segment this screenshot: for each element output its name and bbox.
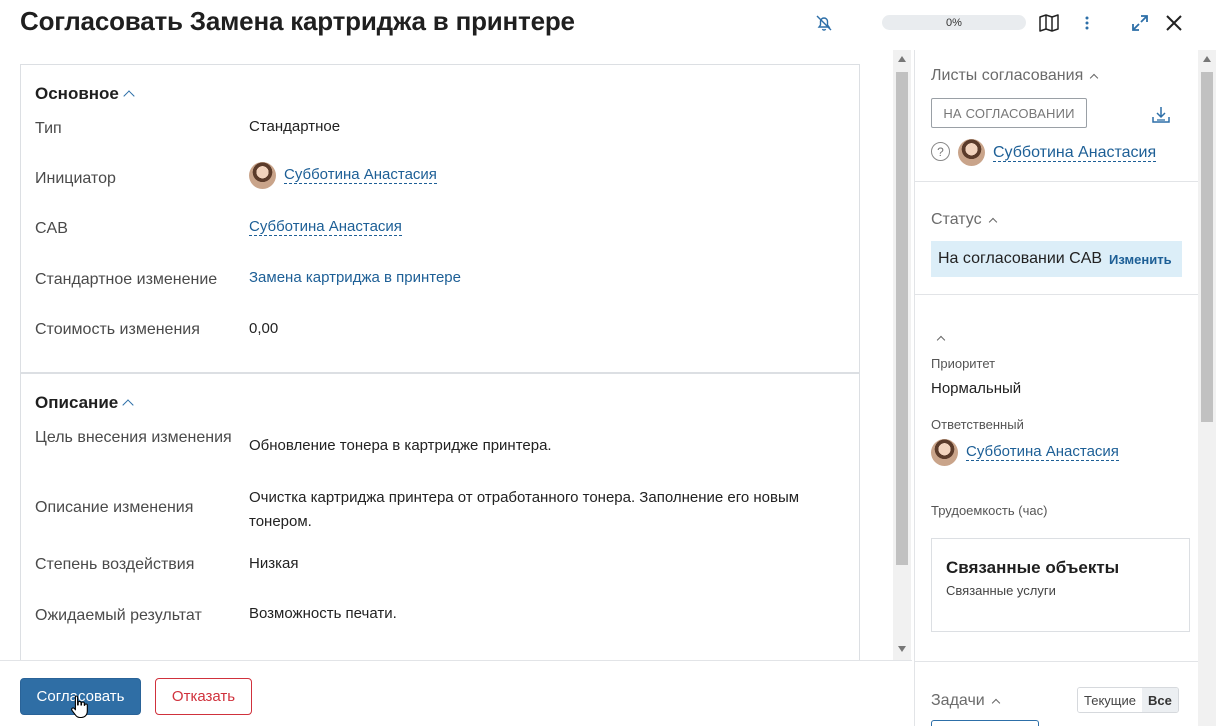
progress-bar: 0%	[882, 15, 1026, 30]
status-badge: На согласовании CAB Изменить	[931, 241, 1182, 277]
field-label-impact: Степень воздействия	[35, 556, 195, 573]
responsible-link[interactable]: Субботина Анастасия	[966, 443, 1119, 462]
avatar	[249, 162, 276, 189]
approval-sheets-header[interactable]: Листы согласования	[931, 67, 1099, 85]
scroll-up-icon[interactable]	[1203, 56, 1211, 62]
avatar	[931, 439, 958, 466]
download-icon[interactable]	[1151, 105, 1171, 130]
field-label-initiator: Инициатор	[35, 170, 116, 187]
tab-all[interactable]: Все	[1141, 688, 1178, 712]
avatar	[958, 139, 985, 166]
scroll-up-icon[interactable]	[898, 56, 906, 62]
more-vertical-icon[interactable]	[1074, 10, 1100, 36]
divider	[915, 661, 1199, 662]
scroll-down-icon[interactable]	[898, 646, 906, 652]
chevron-up-icon	[123, 90, 135, 102]
chevron-up-icon	[122, 399, 134, 411]
add-task-button[interactable]	[931, 720, 1039, 726]
scrollbar-thumb[interactable]	[1201, 72, 1213, 422]
responsible-label: Ответственный	[931, 417, 1024, 432]
linked-objects-title: Связанные объекты	[946, 558, 1120, 577]
status-change-link[interactable]: Изменить	[1109, 252, 1172, 267]
field-label-expected-result: Ожидаемый результат	[35, 607, 202, 624]
section-description-header[interactable]: Описание	[35, 393, 134, 413]
main-scrollbar[interactable]	[893, 50, 911, 660]
chevron-up-icon	[1090, 73, 1099, 83]
field-value-cab: Субботина Анастасия	[249, 215, 402, 239]
status-header[interactable]: Статус	[931, 211, 997, 229]
status-title: Статус	[931, 211, 982, 228]
chevron-up-icon	[988, 217, 997, 227]
section-description: Описание Цель внесения изменения Обновле…	[20, 373, 860, 660]
bell-off-icon[interactable]	[811, 10, 837, 36]
labor-label: Трудоемкость (час)	[931, 503, 1048, 518]
section-main: Основное Тип Стандартное Инициатор Суббо…	[20, 64, 860, 373]
reject-button[interactable]: Отказать	[155, 678, 252, 715]
divider	[915, 294, 1199, 295]
field-value-impact: Низкая	[249, 555, 299, 572]
main-content: Основное Тип Стандартное Инициатор Суббо…	[0, 50, 912, 660]
question-icon: ?	[931, 142, 950, 161]
sidebar: Листы согласования НА СОГЛАСОВАНИИ ? Суб…	[914, 50, 1199, 726]
section-main-header[interactable]: Основное	[35, 84, 135, 104]
field-value-standard-change: Замена картриджа в принтере	[249, 266, 461, 290]
field-label-cab: CAB	[35, 220, 68, 237]
field-value-purpose: Обновление тонера в картридже принтера.	[249, 437, 552, 454]
map-icon[interactable]	[1036, 10, 1062, 36]
sidebar-scrollbar[interactable]	[1198, 50, 1216, 726]
hand-cursor-icon	[71, 695, 88, 719]
field-value-expected-result: Возможность печати.	[249, 605, 397, 622]
divider	[915, 181, 1199, 182]
field-value-type: Стандартное	[249, 118, 341, 135]
field-label-type: Тип	[35, 120, 62, 137]
chevron-up-icon	[936, 335, 946, 345]
approval-status-tag: НА СОГЛАСОВАНИИ	[931, 98, 1087, 128]
cab-link[interactable]: Субботина Анастасия	[249, 218, 402, 236]
section-main-title: Основное	[35, 84, 119, 103]
section-description-title: Описание	[35, 393, 119, 412]
tasks-title: Задачи	[931, 692, 985, 709]
collapse-toggle[interactable]	[936, 330, 946, 348]
field-value-initiator: Субботина Анастасия	[249, 162, 437, 189]
standard-change-link[interactable]: Замена картриджа в принтере	[249, 269, 461, 286]
approval-sheets-title: Листы согласования	[931, 67, 1084, 84]
status-value: На согласовании CAB	[938, 250, 1103, 267]
chevron-up-icon	[991, 698, 1000, 708]
close-icon[interactable]	[1161, 10, 1187, 36]
linked-objects-card: Связанные объекты Связанные услуги	[931, 538, 1190, 632]
approver-link[interactable]: Субботина Анастасия	[993, 143, 1157, 162]
priority-label: Приоритет	[931, 356, 996, 371]
field-value-change-description: Очистка картриджа принтера от отработанн…	[249, 489, 800, 530]
initiator-link[interactable]: Субботина Анастасия	[284, 166, 437, 185]
tab-current[interactable]: Текущие	[1078, 688, 1142, 712]
scrollbar-thumb[interactable]	[896, 72, 908, 565]
approver: Субботина Анастасия	[958, 139, 1157, 166]
field-label-purpose: Цель внесения изменения	[35, 429, 232, 446]
footer-actions: Согласовать Отказать	[0, 660, 912, 726]
linked-services-label: Связанные услуги	[946, 583, 1056, 598]
responsible-value: Субботина Анастасия	[931, 439, 1119, 466]
expand-icon[interactable]	[1127, 10, 1153, 36]
tasks-header[interactable]: Задачи	[931, 692, 1000, 710]
field-label-standard-change: Стандартное изменение	[35, 271, 218, 288]
field-label-cost: Стоимость изменения	[35, 321, 200, 338]
priority-value: Нормальный	[931, 380, 1022, 397]
field-value-cost: 0,00	[249, 320, 279, 337]
field-label-change-description: Описание изменения	[35, 499, 194, 516]
page-title: Согласовать Замена картриджа в принтере	[20, 6, 575, 36]
tasks-filter: Текущие Все	[1077, 687, 1179, 713]
